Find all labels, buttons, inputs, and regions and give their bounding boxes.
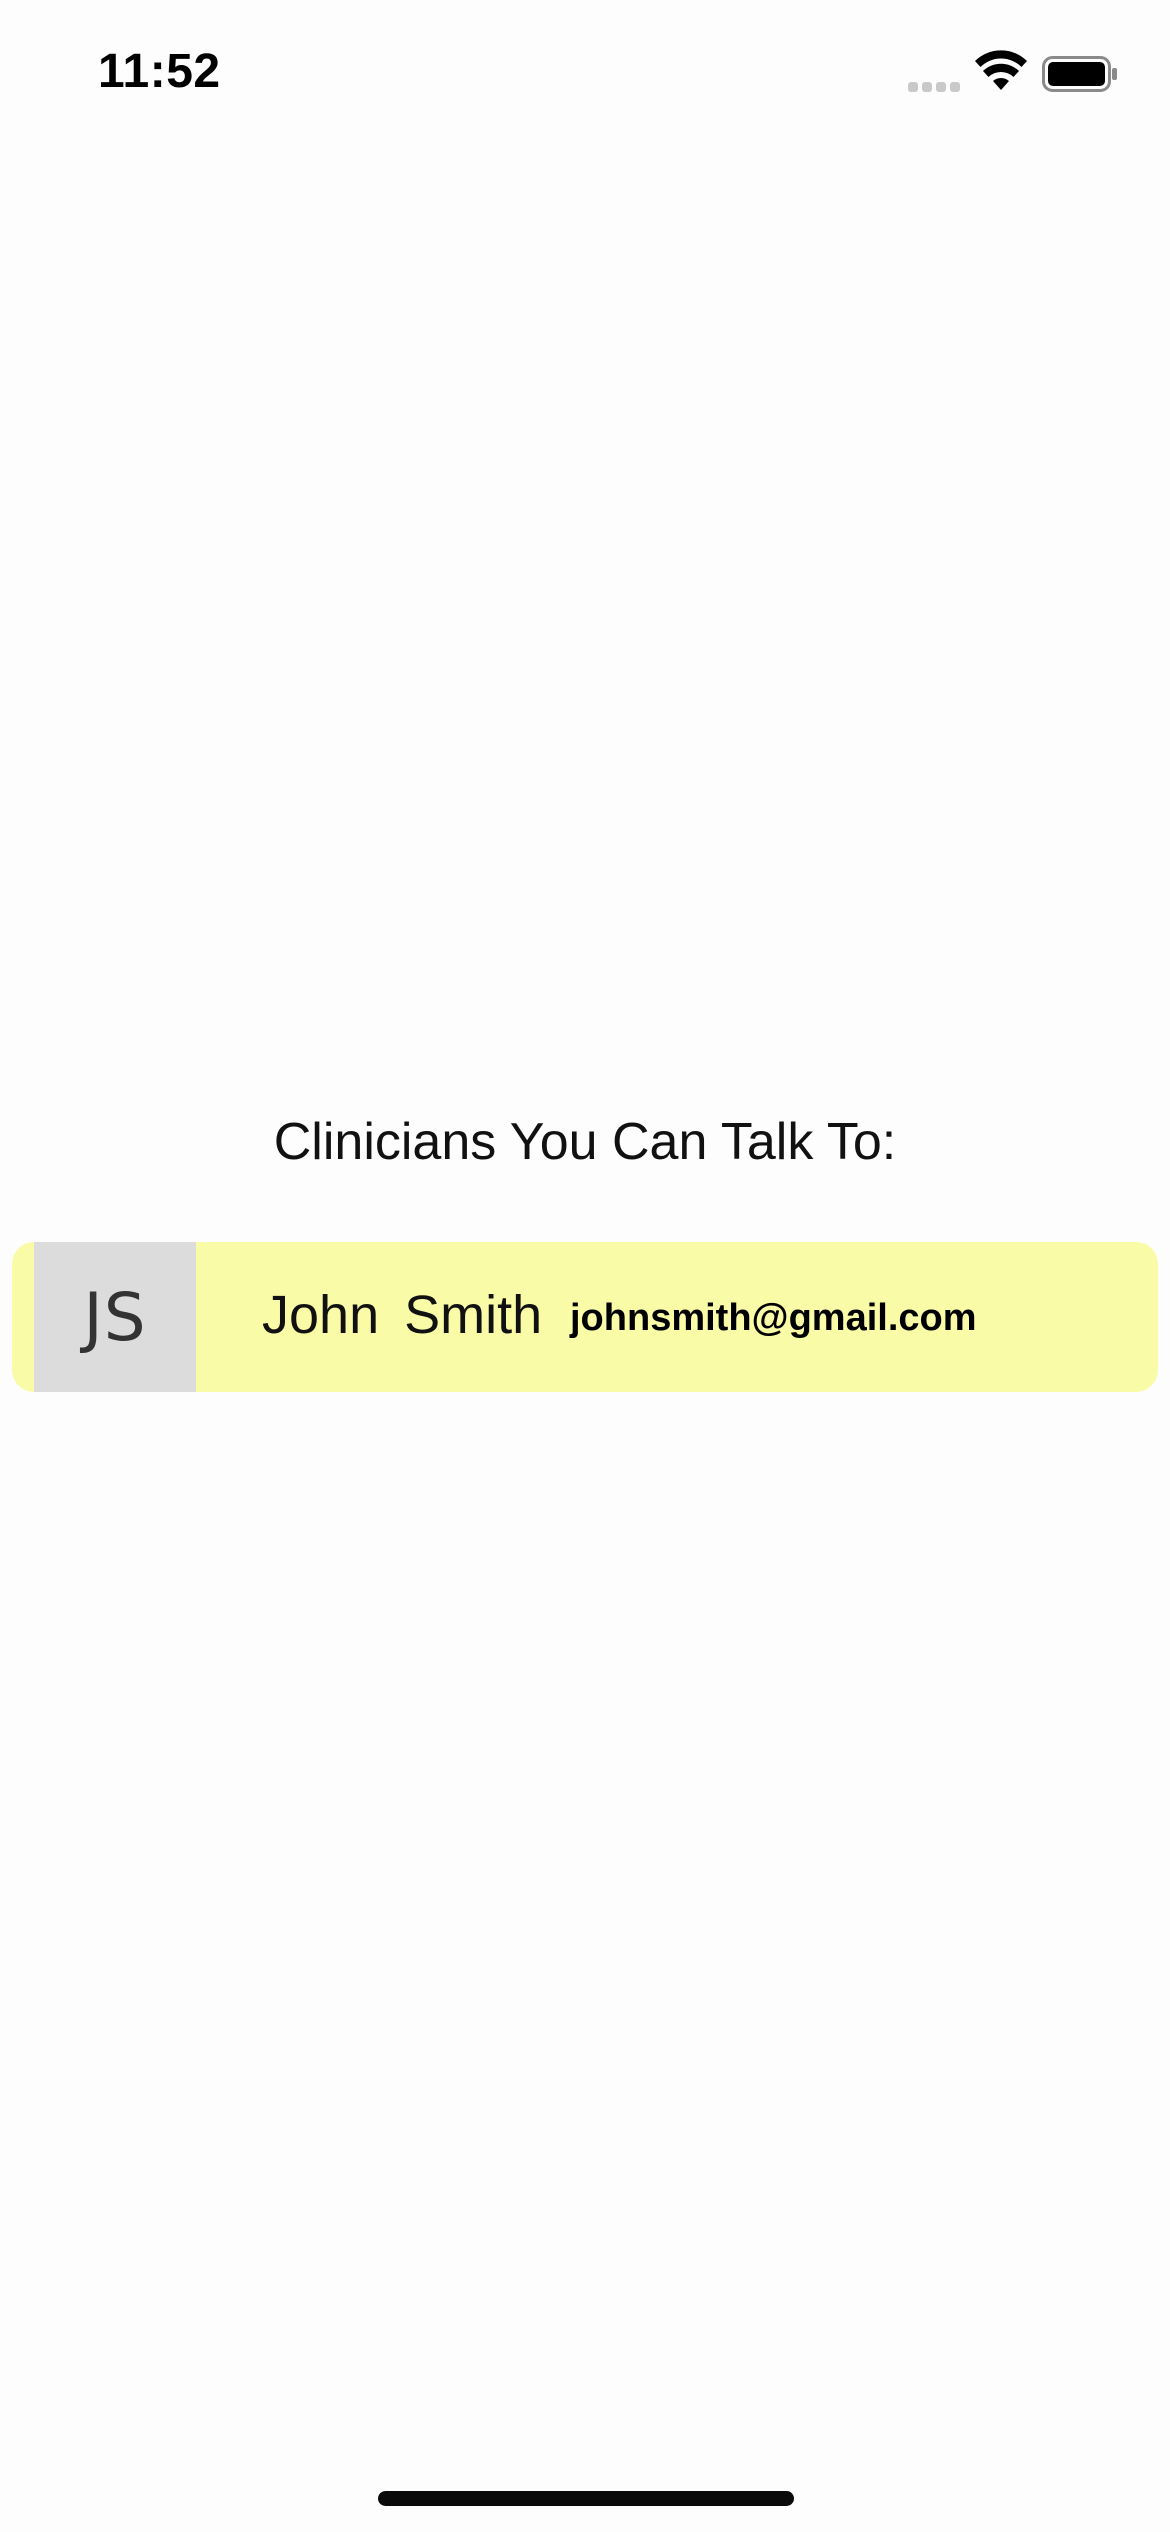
- avatar: JS: [34, 1242, 196, 1392]
- clinicians-heading: Clinicians You Can Talk To:: [273, 1113, 897, 1171]
- home-indicator[interactable]: [378, 2491, 794, 2506]
- clinician-list-item[interactable]: JS John Smith johnsmith@gmail.com: [12, 1242, 1158, 1392]
- wifi-icon: [975, 50, 1027, 90]
- status-time: 11:52: [98, 45, 221, 98]
- clinician-email: johnsmith@gmail.com: [570, 1297, 977, 1339]
- avatar-initials: JS: [83, 1278, 147, 1356]
- signal-icon: [908, 82, 960, 92]
- battery-icon: [1042, 56, 1117, 92]
- status-bar: 11:52: [0, 0, 1170, 150]
- clinician-name: John Smith: [262, 1285, 543, 1345]
